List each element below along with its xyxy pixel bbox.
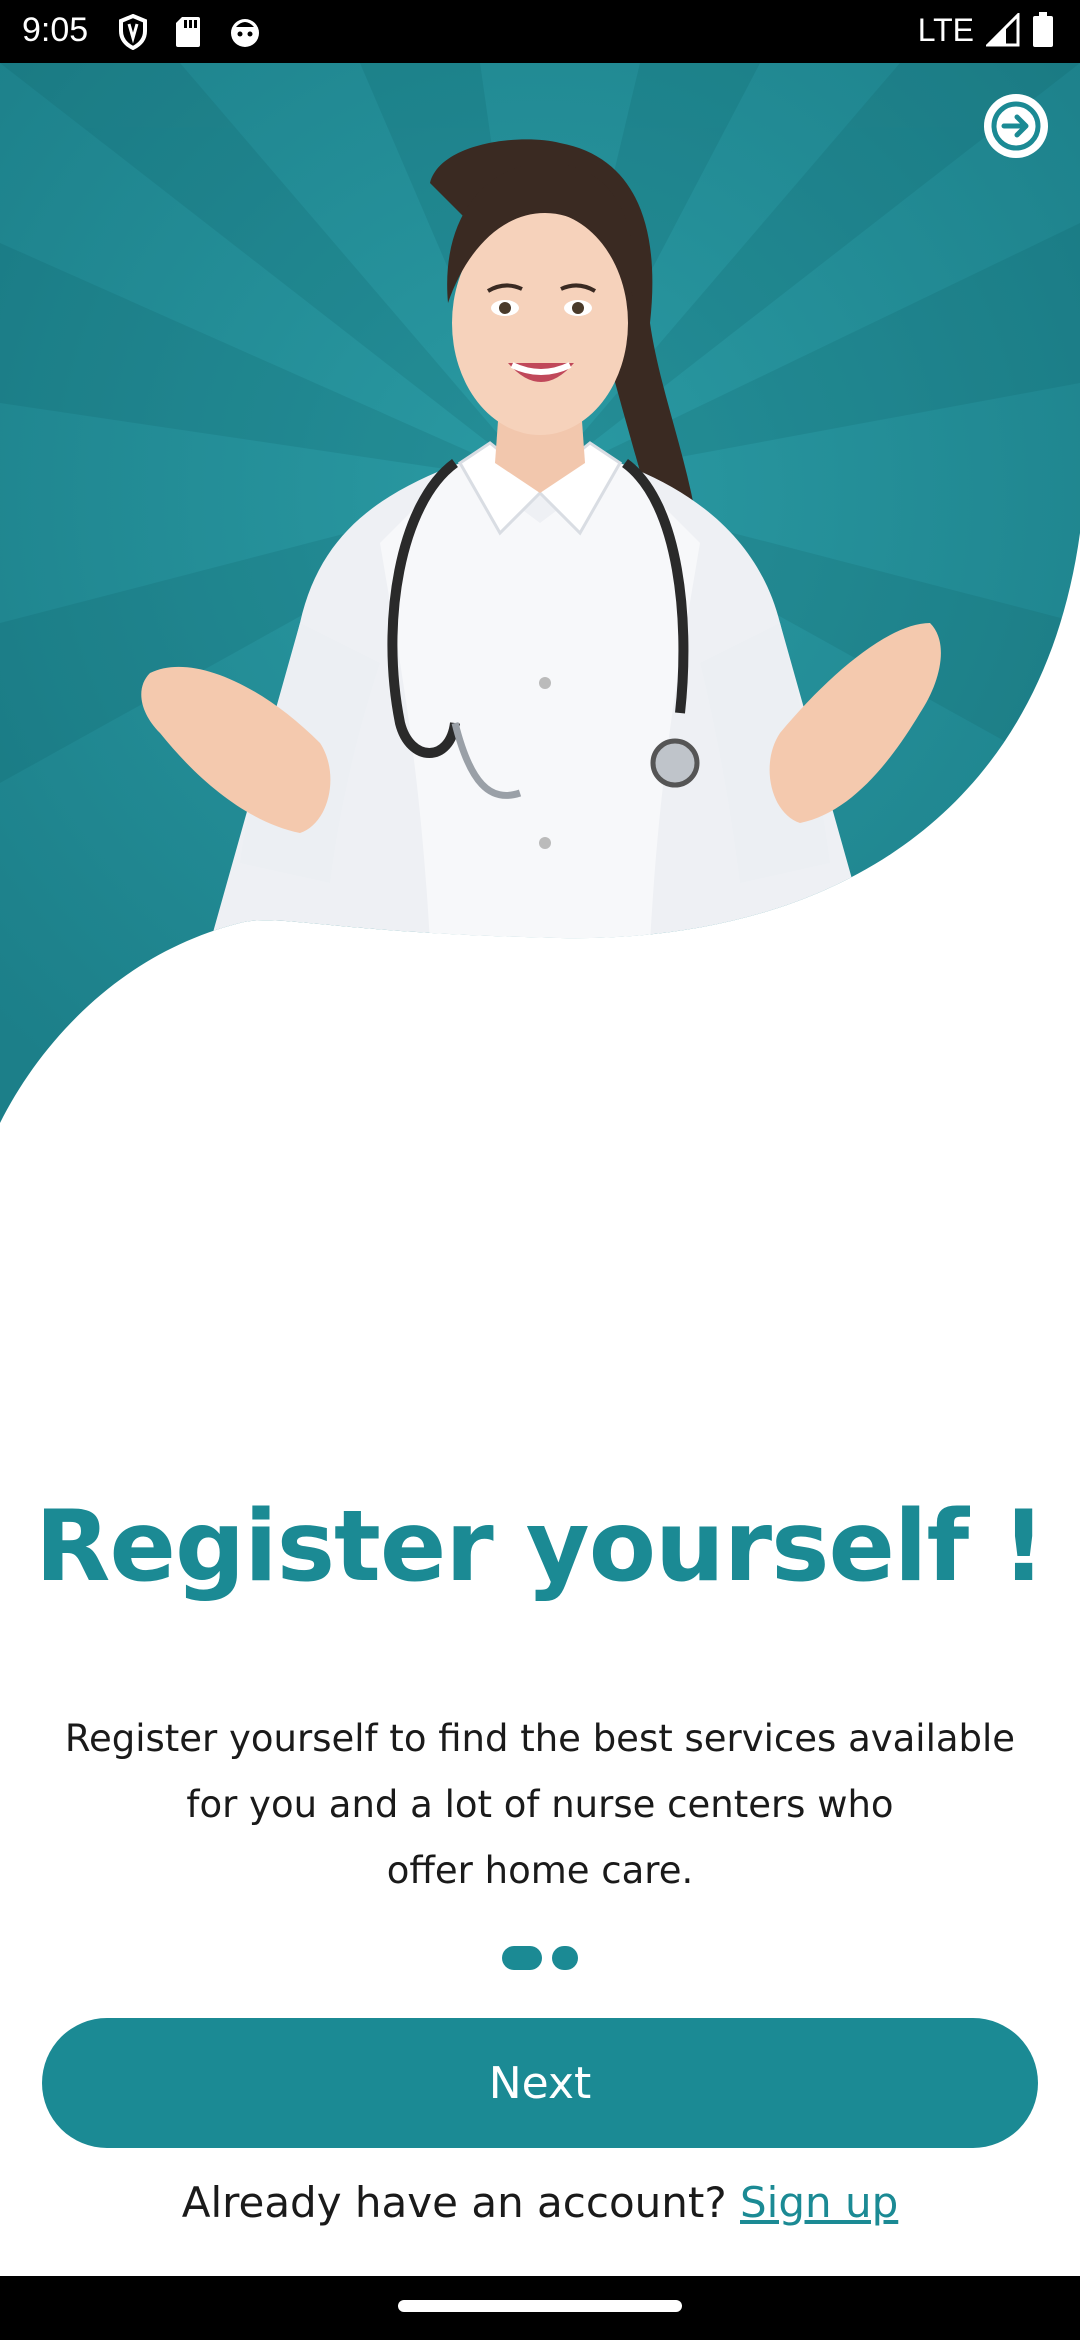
onboarding-title: Register yourself ! (35, 1490, 1046, 1604)
description-line: Register yourself to find the best servi… (64, 1717, 1016, 1760)
page-indicator (0, 1946, 1080, 1970)
status-time: 9:05 (22, 11, 89, 49)
page-dot (552, 1946, 578, 1970)
network-type: LTE (917, 12, 974, 48)
navigation-bar (0, 2276, 1080, 2340)
page-dot-active (502, 1946, 542, 1970)
signup-link[interactable]: Sign up (740, 2178, 898, 2227)
home-handle[interactable] (398, 2300, 682, 2312)
status-bar: 9:05 LTE (0, 0, 1080, 63)
face-icon (231, 19, 259, 47)
hero-image (0, 63, 1080, 1143)
status-system-icons: LTE (918, 10, 1054, 50)
onboarding-description: Register yourself to find the best servi… (40, 1706, 1040, 1904)
account-prompt-row: Already have an account? Sign up (0, 2178, 1080, 2227)
battery-icon (1033, 12, 1053, 47)
next-button[interactable]: Next (42, 2018, 1038, 2148)
description-line: for you and a lot of nurse centers who (186, 1783, 894, 1826)
skip-button[interactable] (984, 94, 1048, 158)
account-prompt-text: Already have an account? (181, 2178, 740, 2227)
nurse-illustration (0, 63, 1080, 1123)
status-notification-icons (118, 12, 262, 52)
shield-icon (119, 14, 147, 50)
description-line: offer home care. (386, 1849, 694, 1892)
signal-icon (986, 13, 1020, 47)
sd-card-icon (176, 17, 200, 47)
arrow-right-icon (991, 101, 1041, 151)
